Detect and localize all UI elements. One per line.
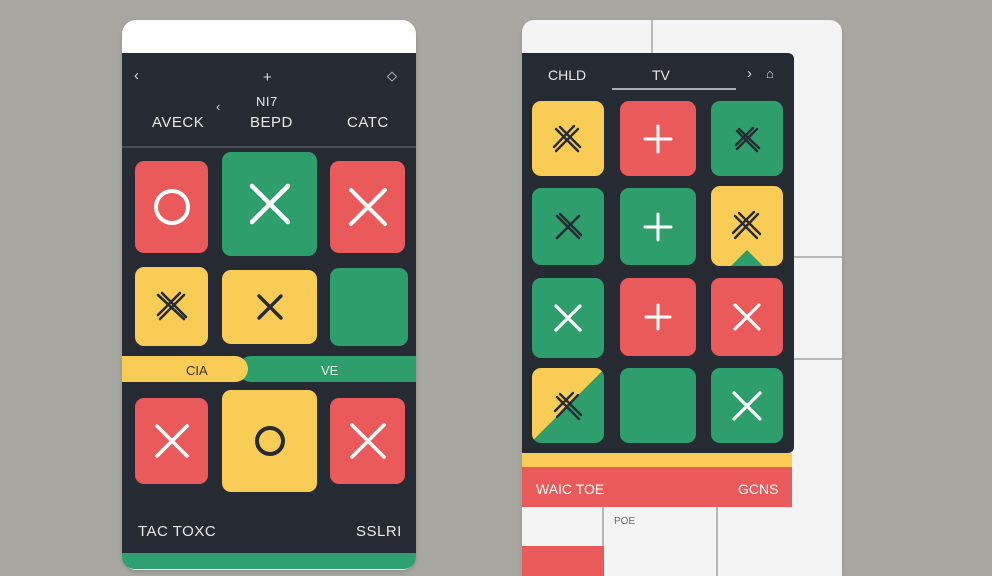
band-left-label: CIA [186, 363, 208, 378]
chevron-left-icon[interactable]: ‹ [134, 68, 139, 83]
plus-mark-icon [643, 124, 673, 153]
board-cell[interactable] [532, 101, 604, 176]
x-mark-icon [154, 424, 189, 458]
board-cell[interactable] [532, 188, 604, 265]
o-mark-icon [254, 426, 285, 456]
x-mark-icon [733, 303, 761, 331]
board-cell[interactable] [711, 368, 783, 443]
status-right-label[interactable]: GCNS [738, 481, 778, 497]
header-left-label[interactable]: CHLD [548, 67, 586, 83]
x-mark-icon [349, 423, 386, 459]
x-mark-icon [348, 188, 387, 226]
board-cell-empty[interactable] [330, 268, 408, 346]
scribble-x-icon [552, 124, 582, 152]
board-cell[interactable] [711, 278, 783, 356]
footer-red-block [522, 546, 604, 576]
green-corner-decoration [731, 250, 763, 266]
footer-left-label: TAC TOXC [138, 523, 217, 540]
status-accent-strip [522, 453, 792, 467]
x-mark-icon [256, 294, 283, 320]
board-cell[interactable] [222, 152, 317, 256]
board-cell[interactable] [222, 270, 317, 344]
plus-mark-icon [643, 212, 673, 241]
header-center-label[interactable]: TV [652, 67, 670, 83]
x-mark-icon [249, 183, 290, 225]
board-cell[interactable] [330, 398, 405, 484]
bell-icon[interactable]: ⌂ [766, 67, 774, 80]
header-center-text: NI7 [256, 94, 278, 109]
board-cell[interactable] [222, 390, 317, 492]
board-cell[interactable] [620, 101, 696, 176]
board-cell[interactable] [135, 161, 208, 253]
footer-right-label[interactable]: SSLRI [356, 523, 402, 540]
board-cell[interactable] [711, 101, 783, 176]
chevron-right-icon[interactable]: › [747, 66, 752, 81]
plus-icon[interactable]: + [263, 70, 272, 85]
turn-band-yellow [122, 356, 248, 382]
header-divider [122, 146, 416, 148]
board-cell[interactable] [620, 188, 696, 265]
active-tab-underline [612, 88, 736, 90]
band-right-label: VE [321, 363, 339, 378]
scribble-x-icon [555, 212, 583, 239]
o-mark-icon [153, 189, 190, 225]
x-mark-icon [554, 304, 582, 332]
small-chevron-left-icon[interactable]: ‹ [216, 100, 220, 113]
divider [651, 20, 653, 54]
plus-mark-icon [644, 303, 672, 331]
divider [794, 358, 842, 360]
x-mark-icon [732, 390, 762, 421]
tab-aveck[interactable]: AVECK [152, 114, 204, 131]
board-cell[interactable] [620, 278, 696, 356]
scribble-x-icon [731, 210, 762, 240]
tab-bepd[interactable]: BEPD [250, 114, 293, 131]
board-cell[interactable] [532, 278, 604, 358]
tab-catc[interactable]: CATC [347, 114, 389, 131]
board-cell-empty[interactable] [620, 368, 696, 443]
small-label: POE [614, 516, 636, 527]
scribble-x-icon [156, 291, 187, 320]
board-cell[interactable] [135, 267, 208, 346]
left-bottom-accent [122, 553, 416, 569]
divider [794, 256, 842, 258]
board-cell[interactable] [135, 398, 208, 484]
board-cell[interactable] [330, 161, 405, 253]
divider [716, 507, 718, 576]
board-cell[interactable] [711, 186, 783, 266]
scribble-x-icon [553, 391, 583, 420]
diamond-icon[interactable]: ◇ [387, 69, 397, 82]
board-cell[interactable] [532, 368, 604, 443]
status-left-label: WAIC TOE [536, 481, 605, 497]
scribble-x-icon [734, 126, 761, 152]
